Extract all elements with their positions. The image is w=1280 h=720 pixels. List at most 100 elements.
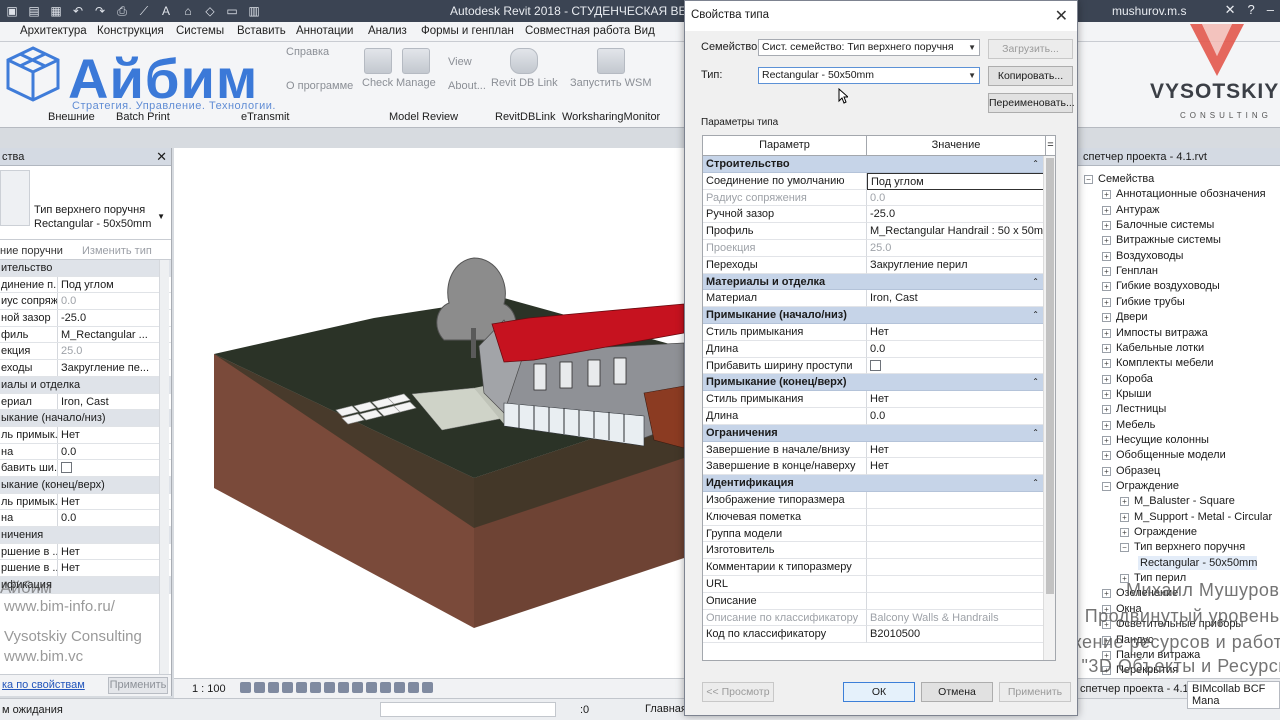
analytical-model-icon[interactable] (394, 682, 405, 693)
tab-architecture[interactable]: Архитектура (20, 25, 87, 37)
temp-hide-icon[interactable] (352, 682, 363, 693)
tree-item[interactable]: + Лестницы (1102, 402, 1166, 416)
show-crop-icon[interactable] (324, 682, 335, 693)
3d-view[interactable] (174, 148, 685, 678)
property-value[interactable]: Нет (57, 560, 152, 577)
property-value[interactable]: -25.0 (57, 310, 152, 326)
ribbon-about2-button[interactable]: About... (448, 80, 486, 92)
expand-icon[interactable]: + (1102, 190, 1111, 200)
parameter-value-editor[interactable]: Под углом (867, 172, 1045, 190)
expand-icon[interactable]: + (1102, 389, 1111, 399)
apply-button[interactable]: Применить (999, 682, 1071, 702)
crop-view-icon[interactable] (310, 682, 321, 693)
property-value[interactable]: 0.0 (57, 293, 152, 310)
expand-icon[interactable]: + (1120, 497, 1129, 507)
tree-item[interactable]: + Генплан (1102, 264, 1158, 278)
parameter-value[interactable]: Нет (867, 324, 1045, 341)
ribbon-dblink-button[interactable]: Revit DB Link (491, 48, 558, 89)
tab-insert[interactable]: Вставить (237, 25, 286, 37)
parameter-group[interactable]: Строительство ⌃ (703, 156, 1055, 173)
tree-item[interactable]: + Ограждение (1120, 525, 1197, 539)
expand-icon[interactable]: + (1102, 251, 1111, 261)
parameter-value[interactable]: 0.0 (867, 341, 1045, 358)
expand-icon[interactable]: + (1102, 451, 1111, 461)
tree-item[interactable]: Rectangular - 50x50mm (1138, 555, 1258, 570)
add-tread-width-checkbox[interactable] (870, 359, 881, 371)
tab-annotate[interactable]: Аннотации (296, 25, 353, 37)
parameter-value[interactable] (867, 492, 1045, 509)
tree-item[interactable]: + Обобщенные модели (1102, 448, 1226, 462)
properties-help-link[interactable]: ка по свойствам (2, 679, 85, 691)
expand-icon[interactable]: + (1102, 221, 1111, 231)
worksharing-display-icon[interactable] (380, 682, 391, 693)
collapse-icon[interactable]: − (1102, 482, 1111, 491)
reveal-hidden-icon[interactable] (366, 682, 377, 693)
expand-icon[interactable]: + (1102, 343, 1111, 353)
redo-icon[interactable]: ↷ (92, 3, 108, 19)
property-value[interactable]: Нет (57, 543, 152, 560)
expand-icon[interactable]: + (1102, 236, 1111, 246)
tab-collaborate[interactable]: Совместная работа (525, 25, 630, 37)
ribbon-check-button[interactable]: Check (362, 48, 393, 89)
tree-item[interactable]: + Кабельные лотки (1102, 341, 1204, 355)
detail-level-icon[interactable] (240, 682, 251, 693)
parameter-group[interactable]: Примыкание (начало/низ) ⌃ (703, 307, 1055, 324)
collapse-icon[interactable]: ⌃ (1032, 307, 1039, 323)
collapse-icon[interactable]: − (1084, 175, 1093, 184)
edit-type-button[interactable]: Изменить тип (82, 245, 152, 257)
tree-item[interactable]: + M_Baluster - Square (1120, 494, 1235, 508)
expand-icon[interactable]: + (1102, 374, 1111, 384)
parameter-value[interactable]: B2010500 (867, 626, 1045, 644)
cancel-button[interactable]: Отмена (921, 682, 993, 702)
checkbox[interactable] (61, 462, 72, 474)
expand-icon[interactable]: + (1102, 405, 1111, 415)
scroll-thumb[interactable] (1046, 158, 1054, 594)
expand-icon[interactable]: + (1102, 359, 1111, 369)
tree-item[interactable]: + Балочные системы (1102, 218, 1214, 232)
lock-view-icon[interactable] (338, 682, 349, 693)
preview-button[interactable]: << Просмотр (702, 682, 774, 702)
property-group[interactable]: ительство (0, 260, 171, 277)
minimize-icon[interactable]: – (1267, 2, 1274, 18)
collapse-icon[interactable]: ⌃ (1032, 274, 1039, 290)
parameter-value[interactable] (867, 559, 1045, 576)
text-icon[interactable]: A (158, 3, 174, 19)
workset-field[interactable] (380, 702, 556, 717)
tree-item[interactable]: + Мебель (1102, 418, 1155, 432)
parameter-value[interactable]: 0.0 (867, 190, 1045, 207)
tree-item[interactable]: − Семейства (1084, 172, 1154, 186)
property-value[interactable]: Нет (57, 493, 152, 510)
shadows-icon[interactable] (282, 682, 293, 693)
tree-item[interactable]: + M_Support - Metal - Circular (1120, 510, 1272, 524)
expand-icon[interactable]: + (1102, 282, 1111, 292)
user-name[interactable]: mushurov.m.s (1112, 4, 1186, 18)
property-value[interactable]: Нет (57, 426, 152, 443)
tab-project-browser[interactable]: спетчер проекта - 4.1... (1080, 683, 1198, 695)
tree-item[interactable]: − Тип верхнего поручня (1120, 540, 1245, 554)
save-icon[interactable]: ▦ (48, 3, 64, 19)
visual-style-icon[interactable] (254, 682, 265, 693)
tree-item[interactable]: + Несущие колонны (1102, 433, 1209, 447)
tree-item[interactable]: + Короба (1102, 372, 1153, 386)
render-icon[interactable] (296, 682, 307, 693)
parameter-value[interactable]: Нет (867, 458, 1045, 476)
parameter-value[interactable] (867, 576, 1045, 593)
table-scrollbar[interactable] (1043, 156, 1055, 660)
tab-view[interactable]: Вид (634, 25, 655, 37)
tree-item[interactable]: + Воздуховоды (1102, 249, 1183, 263)
category-filter[interactable]: ние поручни (0, 245, 63, 257)
expand-icon[interactable]: + (1102, 205, 1111, 215)
tree-item[interactable]: + Гибкие воздуховоды (1102, 279, 1220, 293)
properties-scrollbar[interactable] (159, 260, 169, 680)
tab-structure[interactable]: Конструкция (97, 25, 164, 37)
property-value[interactable]: M_Rectangular ... (57, 326, 152, 343)
expand-icon[interactable]: + (1102, 267, 1111, 277)
parameter-value[interactable]: 0.0 (867, 408, 1045, 425)
undo-icon[interactable]: ↶ (70, 3, 86, 19)
collapse-icon[interactable]: − (1120, 543, 1129, 553)
expand-icon[interactable]: + (1102, 313, 1111, 323)
load-button[interactable]: Загрузить... (988, 39, 1073, 59)
property-value[interactable]: 0.0 (57, 443, 152, 460)
apply-button[interactable]: Применить (108, 677, 168, 694)
main-model-selector[interactable]: Главная модель (645, 702, 687, 720)
